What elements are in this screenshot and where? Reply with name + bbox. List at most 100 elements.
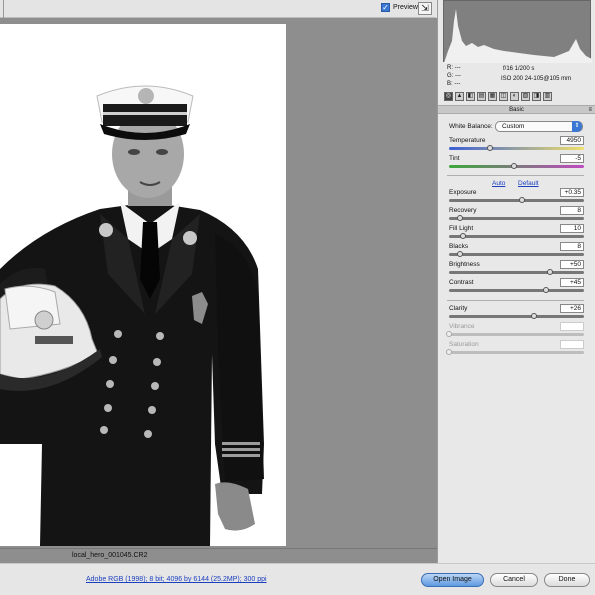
panel-tab-icon[interactable]: ▧ <box>521 92 530 101</box>
white-balance-select[interactable]: Custom ⇕ <box>495 121 583 132</box>
fill-light-slider[interactable]: Fill Light 10 <box>447 224 587 243</box>
panel-title: Basic <box>509 107 524 113</box>
contrast-label: Contrast <box>449 279 474 286</box>
auto-link[interactable]: Auto <box>492 180 505 187</box>
brightness-slider[interactable]: Brightness +50 <box>447 260 587 279</box>
default-link[interactable]: Default <box>518 180 539 187</box>
rgb-b-readout: B: --- <box>447 81 461 87</box>
saturation-value-field[interactable] <box>560 340 584 349</box>
divider <box>447 175 584 176</box>
workflow-options-link[interactable]: Adobe RGB (1998); 8 bit; 4096 by 6144 (2… <box>86 576 267 583</box>
panel-tab-icon[interactable]: ◧ <box>466 92 475 101</box>
blacks-value-field[interactable]: 8 <box>560 242 584 251</box>
photo-preview <box>0 24 286 546</box>
panel-tab-icon[interactable]: ◨ <box>532 92 541 101</box>
firefighter-portrait <box>0 24 286 546</box>
rgb-g-readout: G: --- <box>447 73 461 79</box>
clarity-label: Clarity <box>449 305 468 312</box>
image-canvas[interactable] <box>0 18 437 548</box>
bottom-bar: Adobe RGB (1998); 8 bit; 4096 by 6144 (2… <box>0 563 595 595</box>
tint-value-field[interactable]: -5 <box>560 154 584 163</box>
divider <box>447 300 584 301</box>
fill-light-label: Fill Light <box>449 225 474 232</box>
cancel-button[interactable]: Cancel <box>490 573 538 587</box>
clarity-track[interactable] <box>449 315 584 318</box>
exposure-value-field[interactable]: +0.35 <box>560 188 584 197</box>
done-button[interactable]: Done <box>544 573 590 587</box>
blacks-track[interactable] <box>449 253 584 256</box>
blacks-thumb[interactable] <box>456 251 463 257</box>
white-balance-value: Custom <box>502 123 525 130</box>
panel-tab-icon[interactable]: ▲ <box>455 92 464 101</box>
saturation-label: Saturation <box>449 341 479 348</box>
histogram <box>443 0 592 63</box>
recovery-track[interactable] <box>449 217 584 220</box>
saturation-track[interactable] <box>449 351 584 354</box>
temperature-thumb[interactable] <box>486 145 493 151</box>
clarity-value-field[interactable]: +26 <box>560 304 584 313</box>
panel-menu-icon[interactable]: ≡ <box>588 106 592 114</box>
panel-tab-icon[interactable]: ▤ <box>477 92 486 101</box>
panel-tab-icon[interactable]: ▥ <box>543 92 552 101</box>
blacks-slider[interactable]: Blacks 8 <box>447 242 587 261</box>
panel-header: Basic ≡ <box>438 105 595 114</box>
top-toolbar: ✓ Preview ⇲ <box>0 0 436 18</box>
exposure-label: Exposure <box>449 189 477 196</box>
rgb-r-readout: R: --- <box>447 65 461 71</box>
iso-lens-readout: ISO 200 24-105@105 mm <box>501 76 572 82</box>
tint-thumb[interactable] <box>510 163 517 169</box>
vibrance-label: Vibrance <box>449 323 475 330</box>
fill-light-value-field[interactable]: 10 <box>560 224 584 233</box>
contrast-slider[interactable]: Contrast +45 <box>447 278 587 297</box>
temperature-track[interactable] <box>449 147 584 150</box>
fill-light-track[interactable] <box>449 235 584 238</box>
saturation-thumb[interactable] <box>446 349 452 355</box>
exposure-track[interactable] <box>449 199 584 202</box>
panel-tab-icon[interactable]: ◎ <box>444 92 453 101</box>
histogram-graph <box>444 9 592 63</box>
preview-label: Preview <box>393 4 418 11</box>
panel-tab-icon[interactable]: ▦ <box>488 92 497 101</box>
filename-bar: local_hero_001045.CR2 <box>0 548 437 563</box>
vibrance-thumb[interactable] <box>446 331 452 337</box>
white-balance-label: White Balance: <box>449 123 493 130</box>
contrast-track[interactable] <box>449 289 584 292</box>
camera-readout: R: --- G: --- B: --- f/16 1/200 s ISO 20… <box>443 62 591 90</box>
recovery-value-field[interactable]: 8 <box>560 206 584 215</box>
brightness-track[interactable] <box>449 271 584 274</box>
vibrance-value-field[interactable] <box>560 322 584 331</box>
exposure-slider[interactable]: Exposure +0.35 <box>447 188 587 207</box>
recovery-label: Recovery <box>449 207 477 214</box>
clarity-slider[interactable]: Clarity +26 <box>447 304 587 323</box>
temperature-slider[interactable]: Temperature 4950 <box>447 136 587 155</box>
fullscreen-toggle-icon[interactable]: ⇲ <box>418 2 432 15</box>
clarity-thumb[interactable] <box>531 313 538 319</box>
tint-slider[interactable]: Tint -5 <box>447 154 587 173</box>
panel-tab-icon[interactable]: ◐ <box>510 92 519 101</box>
panel-tab-icon[interactable]: ◫ <box>499 92 508 101</box>
preview-toggle[interactable]: ✓ Preview <box>381 3 418 12</box>
preview-checkbox[interactable]: ✓ <box>381 3 390 12</box>
toolbar-edge <box>0 0 4 18</box>
temperature-value-field[interactable]: 4950 <box>560 136 584 145</box>
open-image-button[interactable]: Open Image <box>421 573 484 587</box>
contrast-value-field[interactable]: +45 <box>560 278 584 287</box>
fill-light-thumb[interactable] <box>459 233 466 239</box>
saturation-slider[interactable]: Saturation <box>446 340 587 359</box>
brightness-thumb[interactable] <box>547 269 554 275</box>
select-arrows-icon: ⇕ <box>572 121 582 132</box>
tint-label: Tint <box>449 155 460 162</box>
vibrance-track[interactable] <box>449 333 584 336</box>
filename-label: local_hero_001045.CR2 <box>72 552 148 559</box>
panel-tabs: ◎ ▲ ◧ ▤ ▦ ◫ ◐ ▧ ◨ ▥ <box>441 92 593 104</box>
recovery-thumb[interactable] <box>456 215 463 221</box>
temperature-label: Temperature <box>449 137 486 144</box>
recovery-slider[interactable]: Recovery 8 <box>447 206 587 225</box>
brightness-value-field[interactable]: +50 <box>560 260 584 269</box>
exposure-thumb[interactable] <box>518 197 525 203</box>
vibrance-slider[interactable]: Vibrance <box>446 322 587 341</box>
contrast-thumb[interactable] <box>543 287 550 293</box>
brightness-label: Brightness <box>449 261 480 268</box>
blacks-label: Blacks <box>449 243 469 250</box>
exposure-readout: f/16 1/200 s <box>503 66 535 72</box>
